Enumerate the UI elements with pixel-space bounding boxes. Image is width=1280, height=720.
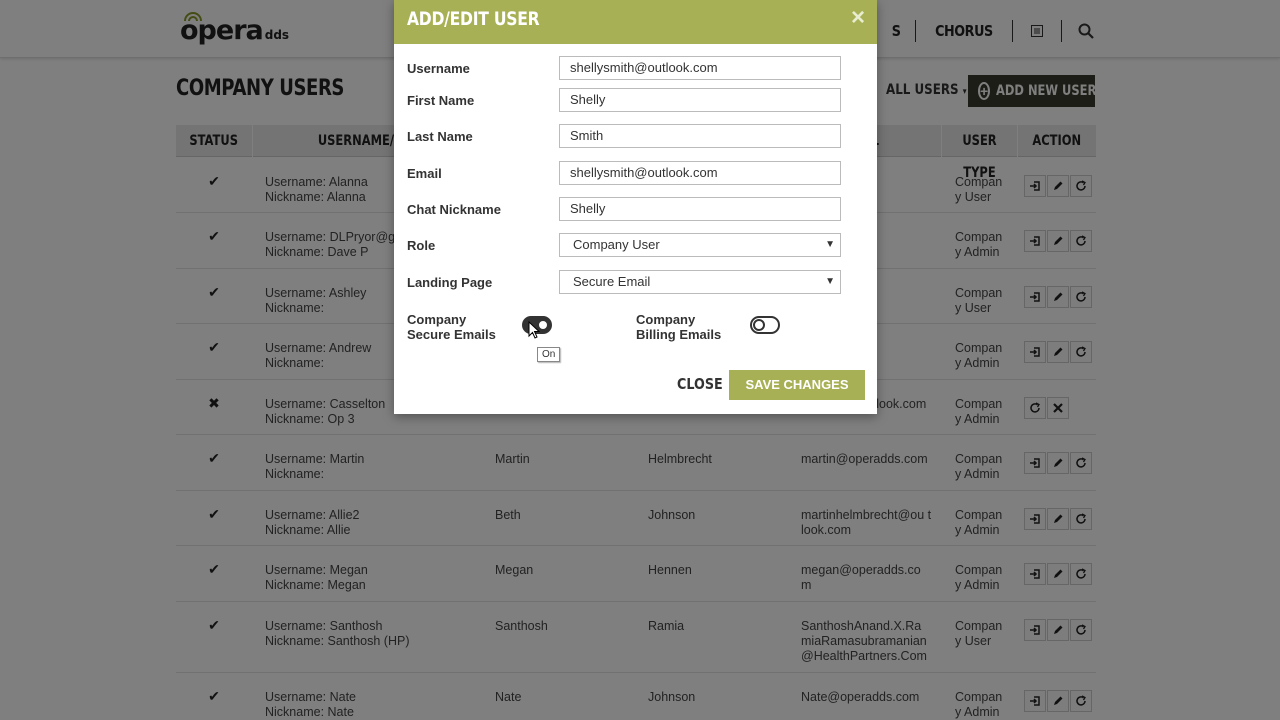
modal-title: ADD/EDIT USER <box>407 8 540 30</box>
last-name-field[interactable]: Smith <box>559 124 841 148</box>
chat-nickname-row: Chat Nickname Shelly <box>407 197 841 221</box>
billing-emails-label: Company Billing Emails <box>636 312 722 342</box>
select-arrow-icon: ▼ <box>825 239 835 250</box>
close-icon[interactable]: × <box>851 6 865 30</box>
billing-emails-toggle[interactable] <box>750 316 780 334</box>
landing-page-row: Landing Page Secure Email ▼ <box>407 270 841 294</box>
chat-nickname-label: Chat Nickname <box>407 202 501 217</box>
modal-header: ADD/EDIT USER × <box>394 0 877 44</box>
first-name-row: First Name Shelly <box>407 88 841 112</box>
save-changes-button[interactable]: SAVE CHANGES <box>729 370 865 400</box>
select-arrow-icon: ▼ <box>825 276 835 287</box>
toggle-tooltip: On <box>537 347 561 362</box>
last-name-label: Last Name <box>407 129 473 144</box>
landing-page-label: Landing Page <box>407 275 493 290</box>
username-label: Username <box>407 61 470 76</box>
toggle-knob <box>753 319 765 331</box>
email-field[interactable]: shellysmith@outlook.com <box>559 161 841 185</box>
add-edit-user-modal: ADD/EDIT USER × Username shellysmith@out… <box>394 0 877 414</box>
role-select-value: Company User <box>573 237 660 252</box>
first-name-field[interactable]: Shelly <box>559 88 841 112</box>
role-select[interactable]: Company User ▼ <box>559 233 841 257</box>
role-row: Role Company User ▼ <box>407 233 841 257</box>
landing-page-select-value: Secure Email <box>573 274 651 289</box>
chat-nickname-field[interactable]: Shelly <box>559 197 841 221</box>
username-field[interactable]: shellysmith@outlook.com <box>559 56 841 80</box>
secure-emails-label: Company Secure Emails <box>407 312 496 342</box>
email-row: Email shellysmith@outlook.com <box>407 161 841 185</box>
mouse-cursor-icon <box>528 321 540 339</box>
close-button[interactable]: CLOSE <box>677 375 723 393</box>
landing-page-select[interactable]: Secure Email ▼ <box>559 270 841 294</box>
email-label: Email <box>407 166 442 181</box>
role-label: Role <box>407 238 436 253</box>
last-name-row: Last Name Smith <box>407 124 841 148</box>
username-row: Username shellysmith@outlook.com <box>407 56 841 80</box>
first-name-label: First Name <box>407 93 475 108</box>
